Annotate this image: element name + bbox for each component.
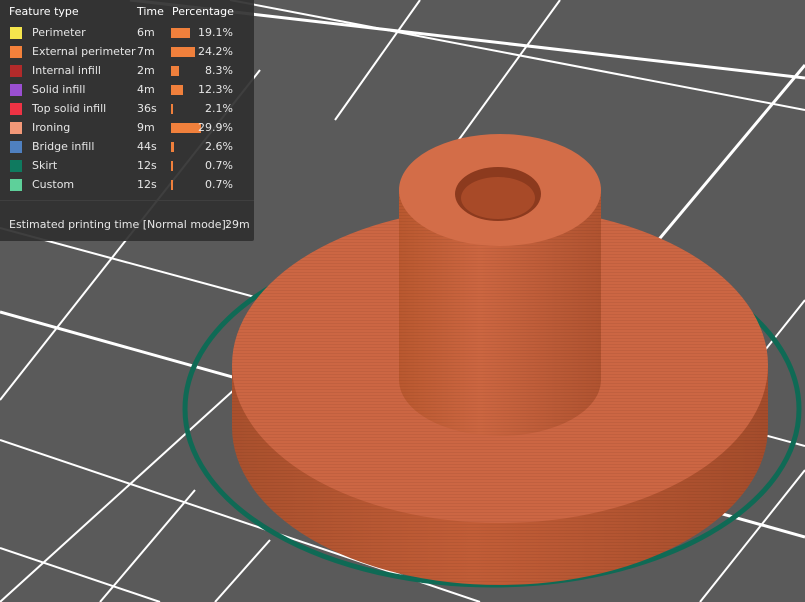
percentage-bar [171, 123, 201, 133]
feature-percentage: 2.1% [205, 102, 233, 115]
legend-row[interactable]: Bridge infill 44s 2.6% [0, 138, 254, 157]
percentage-bar [171, 66, 179, 76]
feature-time: 7m [137, 45, 155, 58]
feature-time: 36s [137, 102, 157, 115]
legend-row[interactable]: Ironing 9m 29.9% [0, 119, 254, 138]
feature-time: 4m [137, 83, 155, 96]
color-swatch [10, 179, 22, 191]
percentage-bar [171, 47, 195, 57]
color-swatch [10, 160, 22, 172]
feature-percentage: 2.6% [205, 140, 233, 153]
legend-divider [0, 200, 254, 201]
percentage-bar [171, 85, 183, 95]
color-swatch [10, 46, 22, 58]
color-swatch [10, 27, 22, 39]
color-swatch [10, 122, 22, 134]
color-swatch [10, 141, 22, 153]
feature-percentage: 24.2% [198, 45, 233, 58]
feature-label: Top solid infill [32, 102, 107, 115]
feature-percentage: 29.9% [198, 121, 233, 134]
feature-percentage: 0.7% [205, 159, 233, 172]
percentage-bar [171, 104, 173, 114]
feature-time: 9m [137, 121, 155, 134]
color-swatch [10, 65, 22, 77]
legend-row[interactable]: Custom 12s 0.7% [0, 176, 254, 195]
legend-row[interactable]: External perimeter 7m 24.2% [0, 43, 254, 62]
legend-panel: Feature type Time Percentage Perimeter 6m… [0, 0, 254, 241]
legend-row[interactable]: Internal infill 2m 8.3% [0, 62, 254, 81]
feature-label: Bridge infill [32, 140, 95, 153]
feature-label: Perimeter [32, 26, 86, 39]
percentage-bar [171, 142, 174, 152]
feature-type-header: Feature type [9, 5, 79, 18]
feature-time: 2m [137, 64, 155, 77]
legend-row[interactable]: Skirt 12s 0.7% [0, 157, 254, 176]
feature-label: Ironing [32, 121, 71, 134]
percentage-bar [171, 161, 173, 171]
percentage-header: Percentage [172, 5, 234, 18]
color-swatch [10, 103, 22, 115]
feature-label: External perimeter [32, 45, 136, 58]
feature-time: 44s [137, 140, 157, 153]
feature-label: Skirt [32, 159, 58, 172]
feature-percentage: 0.7% [205, 178, 233, 191]
feature-percentage: 8.3% [205, 64, 233, 77]
feature-percentage: 12.3% [198, 83, 233, 96]
feature-label: Internal infill [32, 64, 101, 77]
color-swatch [10, 84, 22, 96]
feature-time: 12s [137, 178, 157, 191]
estimated-time-label: Estimated printing time [Normal mode]: [9, 218, 230, 231]
estimated-time-value: 29m [225, 218, 250, 231]
percentage-bar [171, 28, 190, 38]
legend-row[interactable]: Perimeter 6m 19.1% [0, 24, 254, 43]
time-header: Time [137, 5, 164, 18]
legend-row[interactable]: Solid infill 4m 12.3% [0, 81, 254, 100]
feature-time: 6m [137, 26, 155, 39]
feature-label: Custom [32, 178, 75, 191]
feature-time: 12s [137, 159, 157, 172]
percentage-bar [171, 180, 173, 190]
feature-percentage: 19.1% [198, 26, 233, 39]
legend-row[interactable]: Top solid infill 36s 2.1% [0, 100, 254, 119]
feature-label: Solid infill [32, 83, 86, 96]
